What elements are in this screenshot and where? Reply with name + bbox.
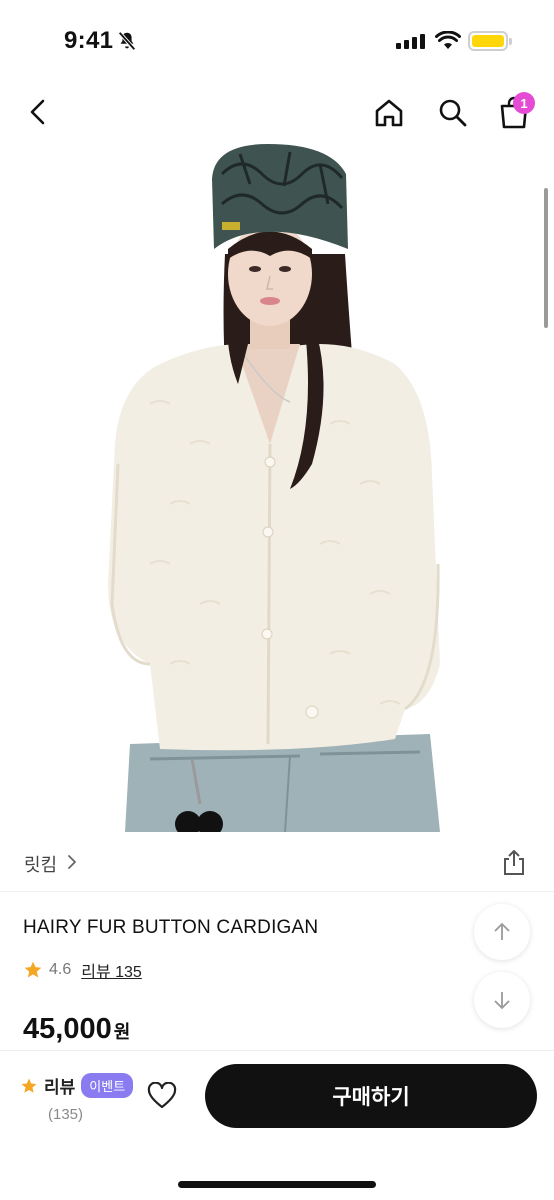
bell-off-icon (118, 31, 136, 51)
price-value: 45,000 (23, 1013, 112, 1045)
wifi-icon (435, 31, 461, 49)
search-icon[interactable] (436, 96, 470, 130)
battery-icon (468, 31, 512, 51)
scroll-indicator (544, 188, 548, 328)
signal-icon (396, 34, 425, 49)
event-badge: 이벤트 (81, 1073, 134, 1098)
review-count: (135) (48, 1106, 84, 1123)
home-indicator (178, 1181, 376, 1188)
buy-button[interactable]: 구매하기 (205, 1064, 537, 1128)
brand-name[interactable]: 릿킴 (24, 851, 57, 877)
product-photo (108, 144, 440, 832)
arrow-down-icon (494, 992, 510, 1009)
product-title: HAIRY FUR BUTTON CARDIGAN (23, 917, 319, 938)
heart-icon[interactable] (147, 1082, 177, 1110)
brand-row[interactable]: 릿킴 (0, 832, 554, 892)
rating-row: 4.6 리뷰 135 (23, 958, 142, 982)
product-image[interactable] (0, 144, 554, 832)
share-icon[interactable] (500, 848, 528, 876)
status-time: 9:41 (64, 27, 114, 54)
bottom-action-bar: 리뷰 이벤트 (135) 구매하기 (0, 1050, 554, 1200)
scroll-down-button[interactable] (474, 972, 530, 1028)
chevron-right-icon (68, 855, 76, 869)
price-currency: 원 (113, 1022, 131, 1042)
review-summary[interactable]: 리뷰 이벤트 (135) (20, 1073, 134, 1123)
review-label: 리뷰 (44, 1078, 76, 1097)
arrow-up-icon (494, 923, 510, 940)
review-count-link[interactable]: 리뷰 135 (81, 958, 142, 982)
rating-score: 4.6 (49, 961, 72, 978)
star-icon (24, 961, 42, 978)
back-arrow-icon[interactable] (22, 96, 54, 128)
star-icon (21, 1078, 37, 1093)
price-row: 45,000 원 (23, 1013, 130, 1046)
home-icon[interactable] (372, 96, 406, 130)
status-bar: 9:41 (0, 0, 554, 80)
nav-header (0, 80, 554, 144)
scroll-up-button[interactable] (474, 904, 530, 960)
cart-count-badge: 1 (513, 92, 535, 114)
